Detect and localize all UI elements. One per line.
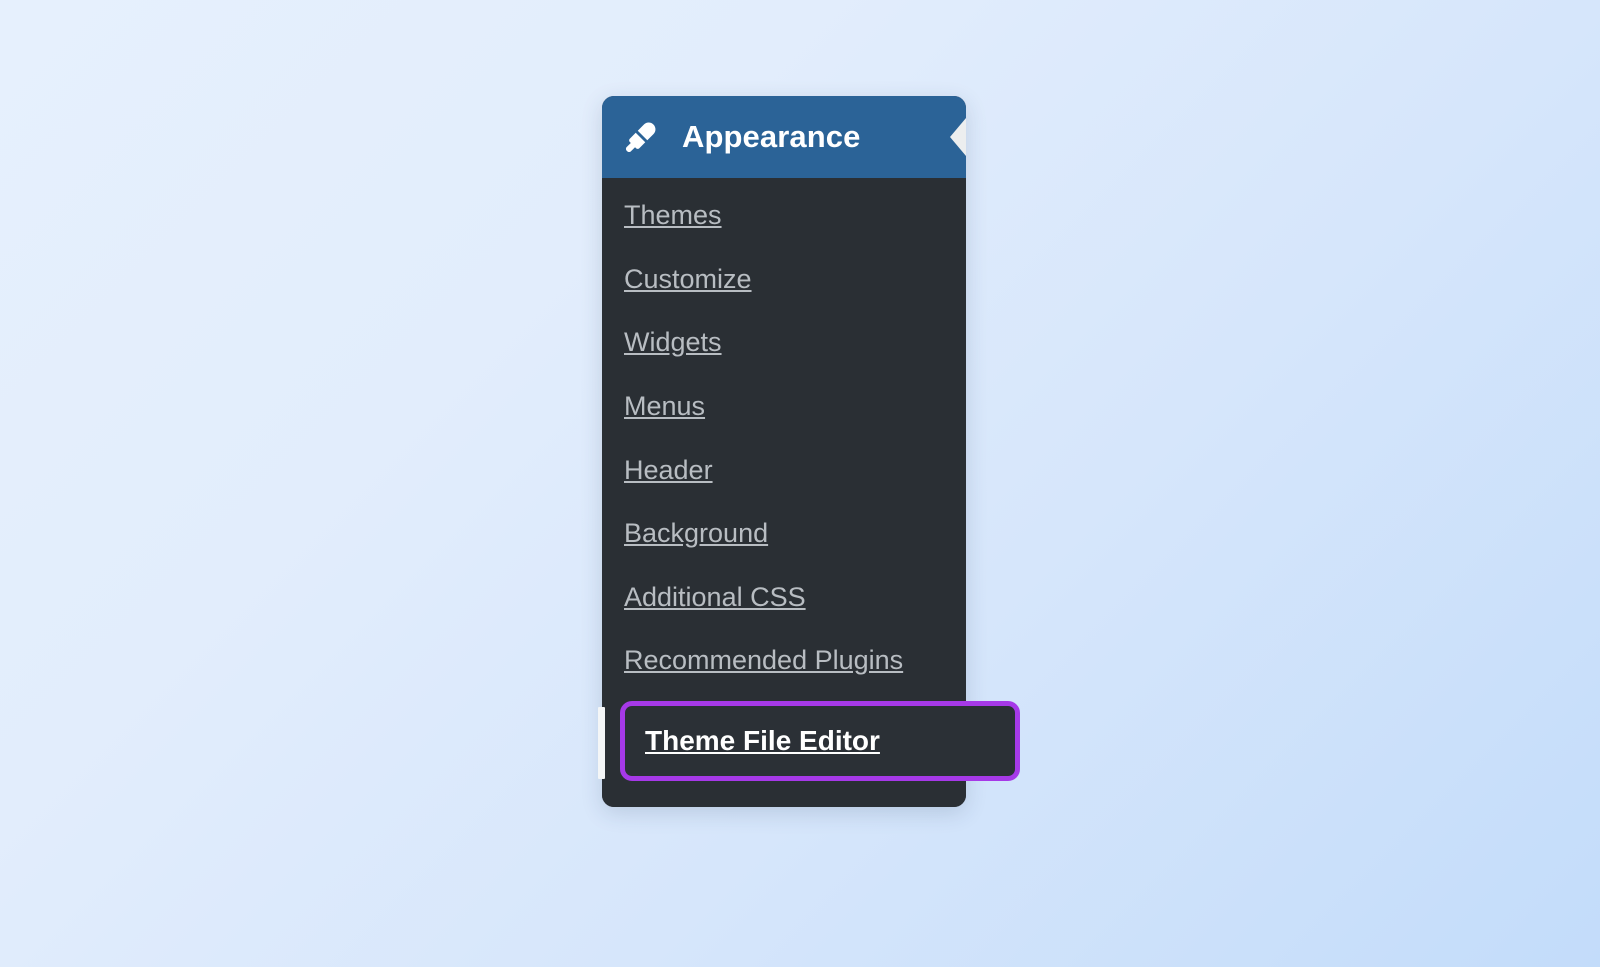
paintbrush-icon (625, 122, 656, 153)
menu-item-theme-file-editor-wrapper: Theme File Editor (598, 701, 1020, 781)
menu-item-background[interactable]: Background (602, 502, 966, 566)
flyout-header: Appearance (602, 96, 966, 178)
menu-item-recommended-plugins[interactable]: Recommended Plugins (602, 629, 966, 693)
menu-item-header[interactable]: Header (602, 439, 966, 503)
menu-item-themes[interactable]: Themes (602, 184, 966, 248)
menu-item-customize[interactable]: Customize (602, 248, 966, 312)
left-pointer-arrow-icon (950, 118, 966, 156)
current-item-indicator-bar (598, 707, 605, 779)
menu-item-additional-css[interactable]: Additional CSS (602, 566, 966, 630)
appearance-flyout-menu: Appearance Themes Customize Widgets Menu… (598, 96, 1020, 807)
menu-item-widgets[interactable]: Widgets (602, 311, 966, 375)
flyout-item-list: Themes Customize Widgets Menus Header Ba… (598, 178, 1020, 807)
flyout-header-title: Appearance (682, 119, 861, 154)
menu-item-menus[interactable]: Menus (602, 375, 966, 439)
menu-item-theme-file-editor[interactable]: Theme File Editor (620, 701, 1020, 781)
